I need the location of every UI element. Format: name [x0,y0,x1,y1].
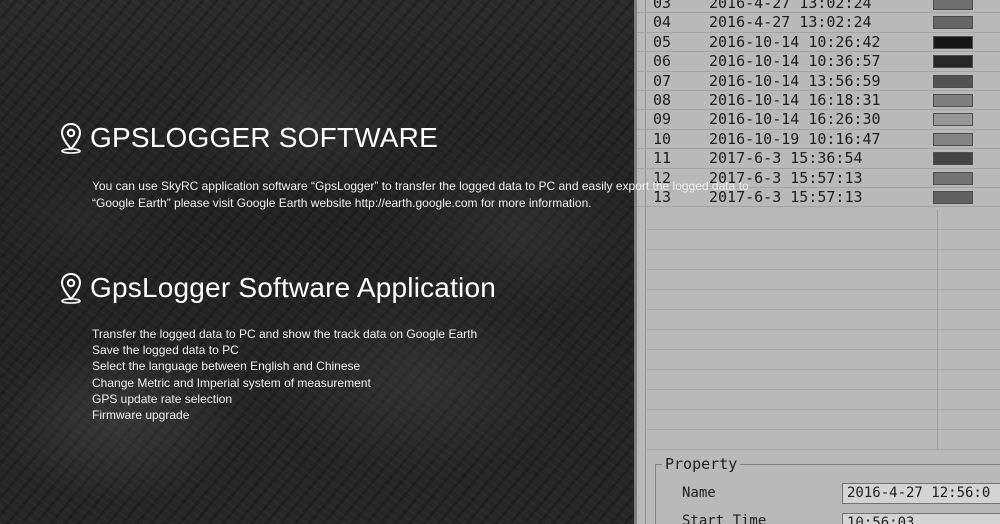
list-item: Change Metric and Imperial system of mea… [92,375,371,390]
name-label: Name [682,485,716,501]
section-title: GpsLogger Software Application [90,272,497,303]
list-item: Save the logged data to PC [92,343,239,358]
list-item: Select the language between English and … [92,359,361,374]
track-color-swatch[interactable] [933,190,973,204]
list-item: Transfer the logged data to PC and show … [92,327,478,341]
track-color-swatch[interactable] [933,0,973,10]
track-color-swatch[interactable] [933,132,973,146]
table-row[interactable]: 04 2016-4-27 13:02:24 [637,13,1000,33]
section-gpslogger-application: GpsLogger Software Application [58,272,496,304]
description-line: You can use SkyRC application software “… [92,179,749,193]
track-color-swatch[interactable] [933,152,973,166]
track-color-swatch[interactable] [933,55,973,69]
start-time-label: Start Time [682,513,767,524]
start-time-field[interactable]: 10:56:03 [842,513,1000,524]
property-group: Property Name 2016-4-27 12:56:0 Start Ti… [655,456,1000,524]
property-legend: Property [662,456,741,472]
name-field[interactable]: 2016-4-27 12:56:0 [842,483,1000,504]
location-pin-icon [58,272,84,304]
table-row[interactable]: 03 2016-4-27 13:02:24 [637,0,1000,14]
track-color-swatch[interactable] [933,171,973,185]
row-index: 08 [653,90,672,109]
row-datetime: 2017-6-3 15:36:54 [709,149,863,168]
table-row[interactable]: 09 2016-10-14 16:26:30 [637,110,1000,130]
track-color-swatch[interactable] [933,93,973,107]
software-screenshot: 03 2016-4-27 13:02:24 04 2016-4-27 13:02:24… [634,0,1000,524]
row-datetime: 2016-10-19 10:16:47 [709,129,881,148]
row-datetime: 2016-10-14 10:36:57 [709,52,881,71]
table-row[interactable]: 07 2016-10-14 13:56:59 [637,72,1000,91]
row-index: 06 [653,52,672,71]
divider [937,210,938,450]
track-color-swatch[interactable] [933,35,973,49]
row-datetime: 2016-4-27 13:02:24 [709,0,872,12]
table-row[interactable]: 10 2016-10-19 10:16:47 [637,129,1000,150]
table-row[interactable]: 08 2016-10-14 16:18:31 [637,90,1000,111]
section-title: GPSLOGGER SOFTWARE [90,122,438,153]
row-datetime: 2016-10-14 13:56:59 [709,71,881,90]
location-pin-icon [58,122,84,154]
row-index: 09 [653,110,672,129]
feature-list: Transfer the logged data to PC and show … [92,326,792,423]
row-datetime: 2016-10-14 16:18:31 [709,90,881,109]
row-index: 07 [653,71,672,90]
row-index: 10 [653,129,672,148]
row-index: 11 [653,149,672,168]
feature-list-container: Transfer the logged data to PC and show … [92,326,792,423]
section-gpslogger-software: GPSLOGGER SOFTWARE [58,122,438,154]
row-datetime: 2016-10-14 16:26:30 [709,110,881,129]
row-index: 03 [653,0,672,12]
list-item: Firmware upgrade [92,408,190,423]
section-description: You can use SkyRC application software “… [92,178,792,211]
track-color-swatch[interactable] [933,74,973,88]
row-index: 04 [653,13,672,32]
track-color-swatch[interactable] [933,113,973,127]
table-row[interactable]: 11 2017-6-3 15:36:54 [637,149,1000,169]
row-datetime: 2016-10-14 10:26:42 [709,32,881,51]
table-row[interactable]: 05 2016-10-14 10:26:42 [637,32,1000,53]
description-line: “Google Earth” please visit Google Earth… [92,195,592,210]
row-datetime: 2016-4-27 13:02:24 [709,13,872,32]
row-index: 05 [653,32,672,51]
table-row[interactable]: 06 2016-10-14 10:36:57 [637,52,1000,72]
list-item: GPS update rate selection [92,391,233,406]
track-color-swatch[interactable] [933,16,973,30]
log-list: 03 2016-4-27 13:02:24 04 2016-4-27 13:02:24… [637,0,1000,208]
